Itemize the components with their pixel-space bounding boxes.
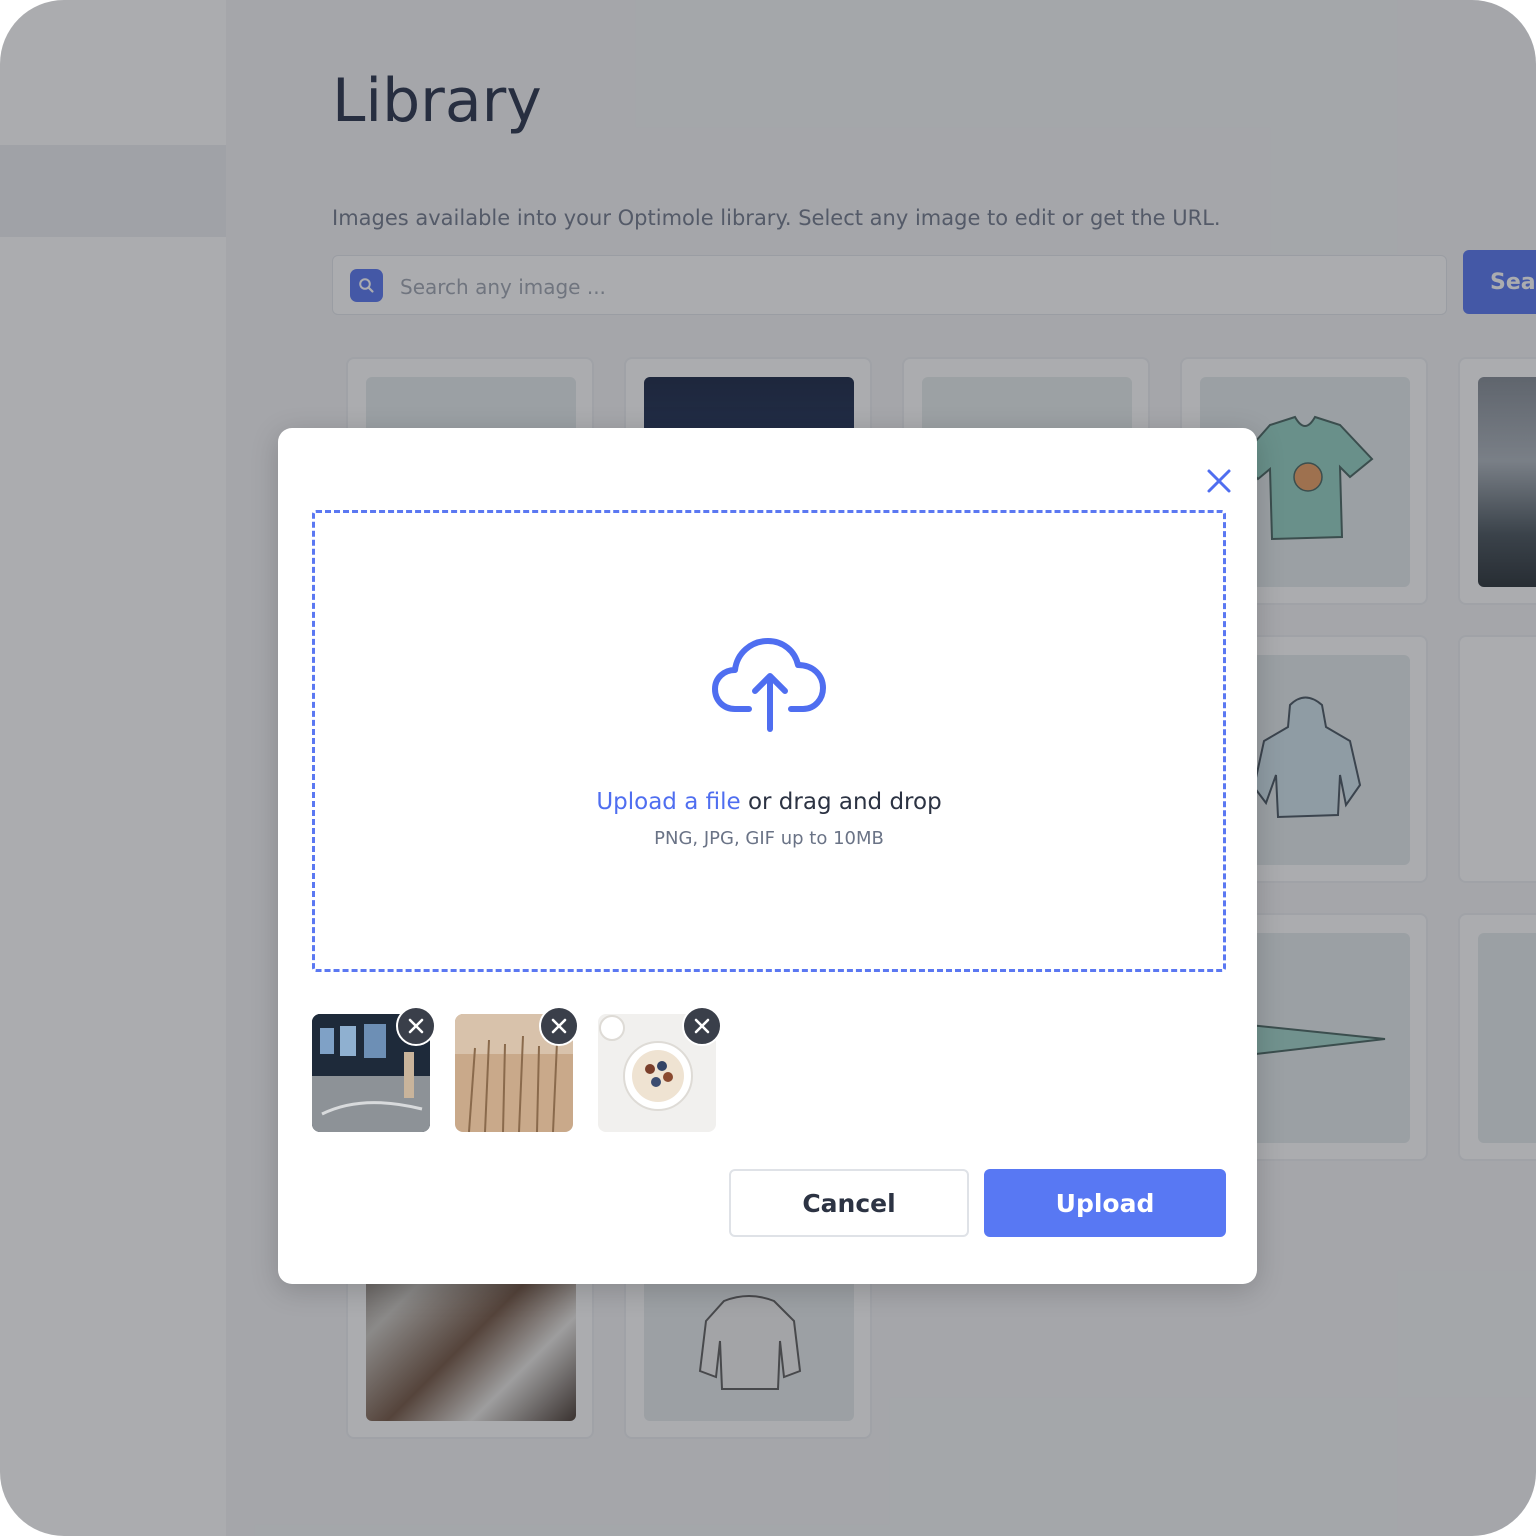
file-preview xyxy=(312,1006,436,1132)
remove-icon[interactable] xyxy=(539,1006,579,1046)
app-window: Library Images available into your Optim… xyxy=(0,0,1536,1536)
upload-modal: Upload a file or drag and drop PNG, JPG,… xyxy=(278,428,1257,1284)
dropzone[interactable]: Upload a file or drag and drop PNG, JPG,… xyxy=(312,510,1226,972)
dropzone-instructions: Upload a file or drag and drop xyxy=(315,789,1223,815)
drag-drop-text: or drag and drop xyxy=(740,789,942,815)
cloud-upload-icon xyxy=(712,638,826,732)
remove-icon[interactable] xyxy=(396,1006,436,1046)
cancel-button[interactable]: Cancel xyxy=(729,1169,969,1237)
remove-icon[interactable] xyxy=(682,1006,722,1046)
file-preview xyxy=(598,1006,722,1132)
file-type-hint: PNG, JPG, GIF up to 10MB xyxy=(654,828,884,849)
upload-button[interactable]: Upload xyxy=(984,1169,1226,1237)
close-icon[interactable] xyxy=(1204,466,1234,496)
upload-file-link[interactable]: Upload a file xyxy=(596,789,740,815)
file-preview xyxy=(455,1006,579,1132)
